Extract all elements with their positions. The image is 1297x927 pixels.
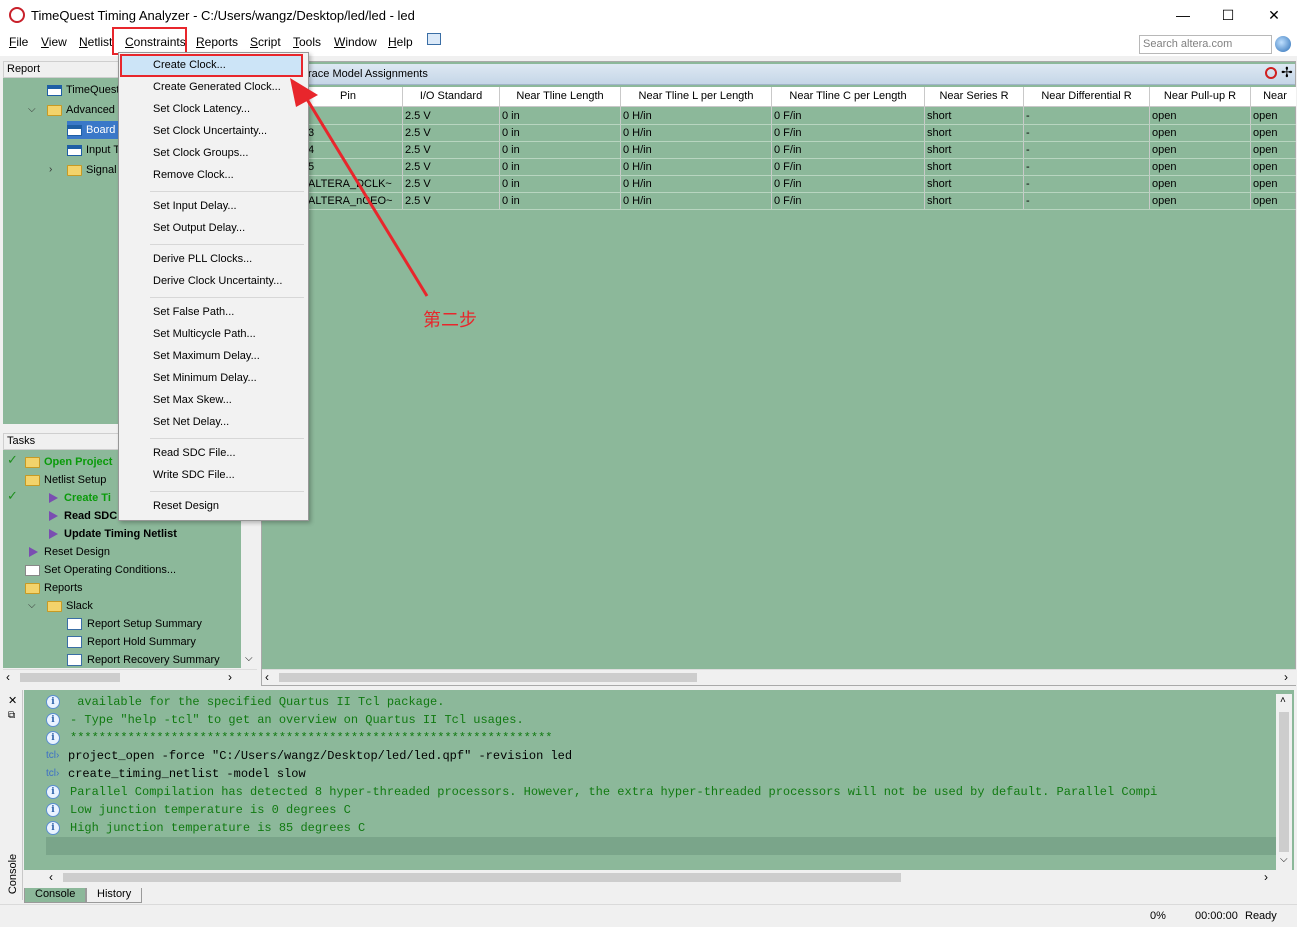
annotation-text: 第二步 [423,310,477,330]
annotation-arrow [290,78,429,297]
